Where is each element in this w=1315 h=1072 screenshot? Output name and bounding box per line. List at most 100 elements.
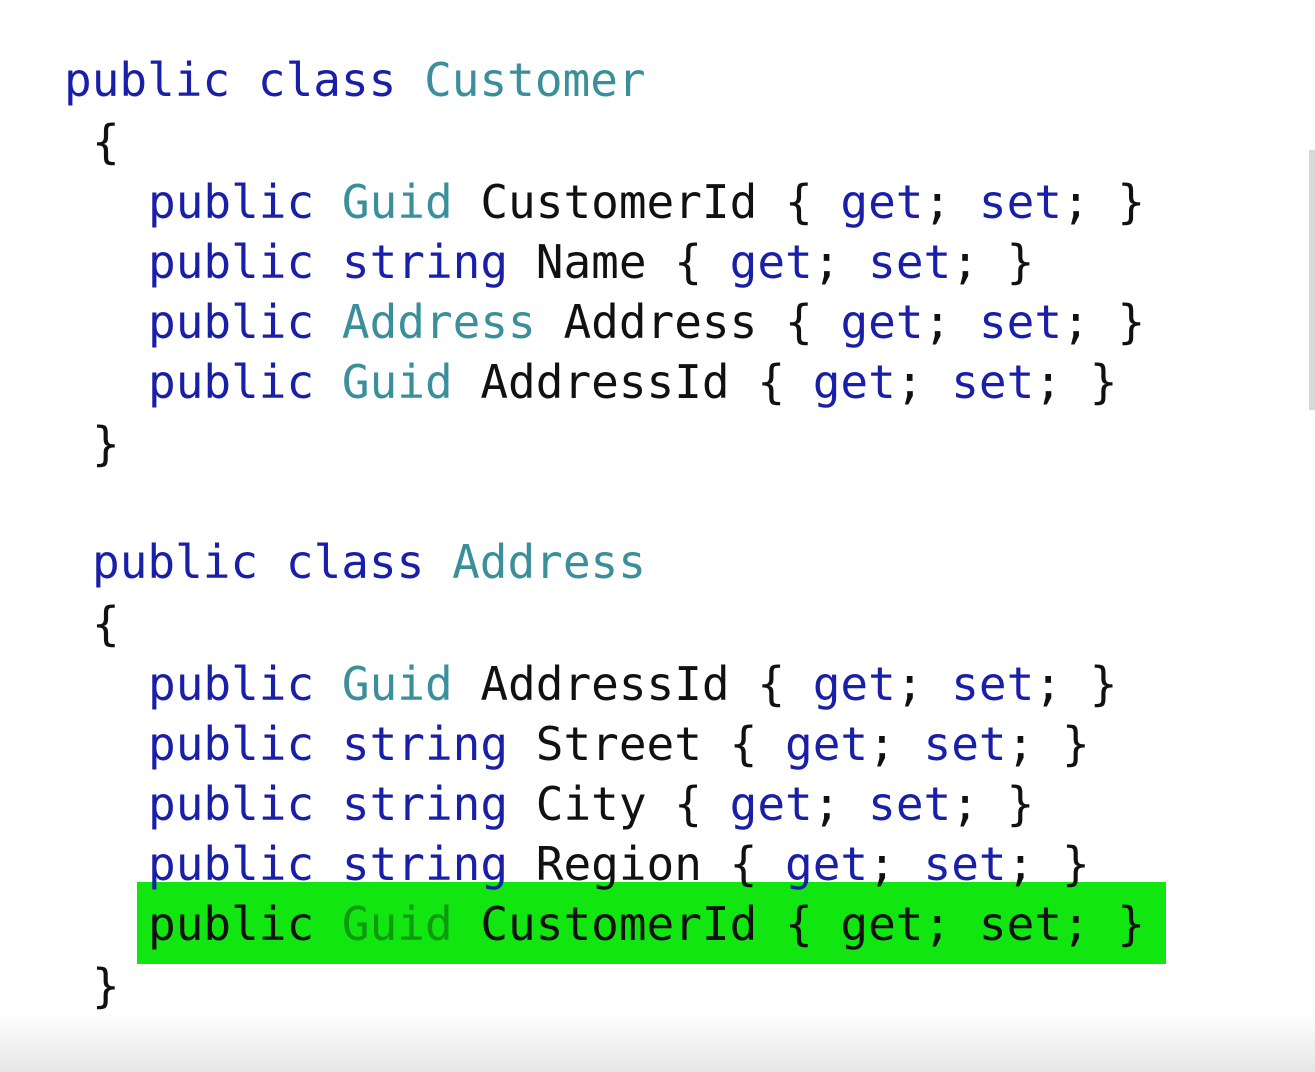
property-name: Name xyxy=(535,235,647,289)
brace: } xyxy=(1117,175,1146,229)
class-declaration-customer: public class Customer xyxy=(64,50,646,110)
class-declaration-address: public class Address xyxy=(92,532,646,592)
semicolon: ; xyxy=(895,355,924,409)
close-brace: } xyxy=(92,417,120,471)
semicolon: ; xyxy=(1034,657,1063,711)
brace: { xyxy=(674,235,702,289)
keyword: public xyxy=(64,53,231,107)
brace: { xyxy=(785,897,813,951)
semicolon: ; xyxy=(868,717,896,771)
property-name: AddressId xyxy=(480,355,730,409)
type-name: string xyxy=(341,837,509,891)
semicolon: ; xyxy=(812,777,841,831)
keyword: public xyxy=(148,897,315,951)
accessor-get: get xyxy=(840,897,924,951)
accessor-set: set xyxy=(951,355,1035,409)
keyword: public xyxy=(148,837,315,891)
open-brace: { xyxy=(92,597,120,651)
accessor-get: get xyxy=(812,657,896,711)
class-name: Customer xyxy=(424,53,646,107)
semicolon: ; xyxy=(812,235,841,289)
brace: } xyxy=(1117,295,1146,349)
open-brace: { xyxy=(92,115,120,169)
accessor-set: set xyxy=(923,717,1007,771)
property-line: public Guid AddressId { get; set; } xyxy=(148,352,1117,412)
semicolon: ; xyxy=(895,657,924,711)
semicolon: ; xyxy=(1006,717,1035,771)
window-edge xyxy=(1309,150,1315,410)
accessor-set: set xyxy=(868,777,952,831)
keyword: class xyxy=(257,53,397,107)
accessor-get: get xyxy=(729,235,813,289)
accessor-get: get xyxy=(840,295,924,349)
type-name: Guid xyxy=(341,355,453,409)
accessor-get: get xyxy=(785,837,869,891)
type-name: Guid xyxy=(341,175,453,229)
keyword: public xyxy=(148,777,315,831)
semicolon: ; xyxy=(1062,175,1090,229)
keyword: class xyxy=(285,535,425,589)
semicolon: ; xyxy=(951,777,979,831)
property-name: CustomerId xyxy=(480,175,758,229)
type-name: Address xyxy=(341,295,536,349)
brace: { xyxy=(729,837,758,891)
semicolon: ; xyxy=(1006,837,1035,891)
type-name: Guid xyxy=(341,657,453,711)
accessor-get: get xyxy=(840,175,924,229)
property-line: public Guid AddressId { get; set; } xyxy=(148,654,1117,714)
accessor-set: set xyxy=(978,897,1063,951)
keyword: public xyxy=(148,175,315,229)
brace: { xyxy=(674,777,702,831)
keyword: public xyxy=(92,535,259,589)
code-view: public class Customer { public Guid Cust… xyxy=(0,0,1315,1072)
brace: } xyxy=(1062,717,1090,771)
property-line: public string Street { get; set; } xyxy=(148,714,1090,774)
property-line: public string City { get; set; } xyxy=(148,774,1034,834)
property-name: Region xyxy=(535,837,702,891)
property-name: Address xyxy=(563,295,758,349)
accessor-get: get xyxy=(785,717,869,771)
semicolon: ; xyxy=(923,175,952,229)
brace: { xyxy=(757,657,786,711)
keyword: public xyxy=(148,295,315,349)
property-line: public Address Address { get; set; } xyxy=(148,292,1145,352)
class-name: Address xyxy=(452,535,646,589)
property-name: AddressId xyxy=(480,657,730,711)
semicolon: ; xyxy=(923,897,952,951)
brace: { xyxy=(785,175,813,229)
accessor-set: set xyxy=(978,295,1063,349)
accessor-set: set xyxy=(951,657,1035,711)
semicolon: ; xyxy=(1062,897,1090,951)
keyword: public xyxy=(148,235,315,289)
close-brace: } xyxy=(92,959,120,1013)
type-name: string xyxy=(341,717,509,771)
keyword: public xyxy=(148,717,315,771)
keyword: public xyxy=(148,657,315,711)
accessor-set: set xyxy=(923,837,1007,891)
brace: { xyxy=(785,295,813,349)
brace: } xyxy=(1117,897,1146,951)
highlighted-property-line: public Guid CustomerId { get; set; } xyxy=(148,894,1145,954)
semicolon: ; xyxy=(923,295,952,349)
property-name: CustomerId xyxy=(480,897,758,951)
brace: } xyxy=(1062,837,1090,891)
semicolon: ; xyxy=(951,235,979,289)
accessor-set: set xyxy=(978,175,1063,229)
keyword: public xyxy=(148,355,315,409)
accessor-get: get xyxy=(729,777,813,831)
type-name: Guid xyxy=(341,897,453,951)
brace: } xyxy=(1006,777,1035,831)
semicolon: ; xyxy=(1062,295,1090,349)
bottom-edge xyxy=(0,1012,1315,1072)
brace: } xyxy=(1006,235,1035,289)
semicolon: ; xyxy=(1034,355,1063,409)
brace: { xyxy=(729,717,758,771)
property-line: public string Name { get; set; } xyxy=(148,232,1034,292)
semicolon: ; xyxy=(868,837,896,891)
property-name: Street xyxy=(535,717,702,771)
accessor-set: set xyxy=(868,235,952,289)
accessor-get: get xyxy=(812,355,896,409)
property-line: public string Region { get; set; } xyxy=(148,834,1090,894)
brace: } xyxy=(1089,657,1118,711)
property-line: public Guid CustomerId { get; set; } xyxy=(148,172,1145,232)
